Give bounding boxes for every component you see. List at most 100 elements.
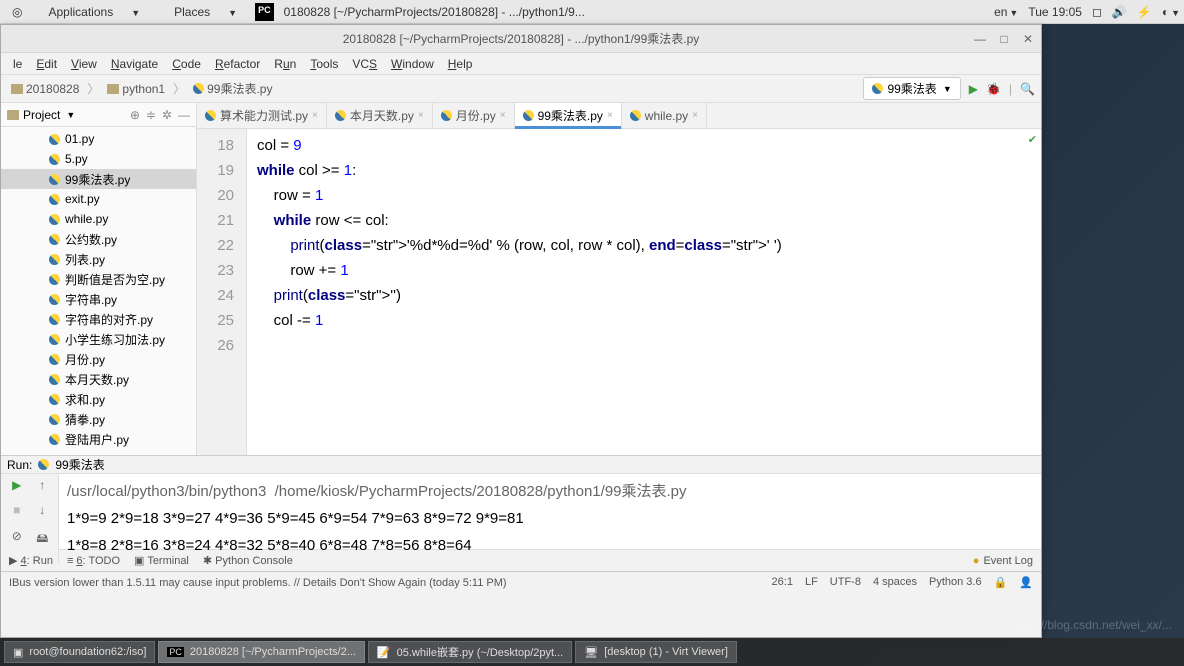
close-icon[interactable]: ×	[692, 110, 698, 121]
main-menu: le Edit View Navigate Code Refactor Run …	[1, 53, 1041, 75]
editor-tab[interactable]: while.py×	[622, 103, 707, 128]
run-button[interactable]: ▶	[969, 82, 978, 96]
editor-tab[interactable]: 算术能力测试.py×	[197, 103, 327, 128]
tree-item[interactable]: 01.py	[1, 129, 196, 149]
hide-panel-icon[interactable]: —	[178, 108, 190, 122]
tree-item[interactable]: 小学生练习加法.py	[1, 329, 196, 349]
line-separator[interactable]: LF	[805, 576, 818, 589]
event-log-button[interactable]: Event Log	[983, 555, 1033, 567]
indent-settings[interactable]: 4 spaces	[873, 576, 917, 589]
python-file-icon	[49, 234, 60, 245]
task-pycharm[interactable]: PC20180828 [~/PycharmProjects/2...	[158, 641, 365, 663]
tree-item[interactable]: 5.py	[1, 149, 196, 169]
editor-area: 算术能力测试.py×本月天数.py×月份.py×99乘法表.py×while.p…	[197, 103, 1041, 455]
balloon-icon: ●	[973, 555, 980, 567]
breadcrumb-folder[interactable]: python1	[103, 80, 169, 98]
tree-item[interactable]: 列表.py	[1, 249, 196, 269]
gnome-screen-icon[interactable]: ◻	[1092, 5, 1102, 19]
terminal-tool-button[interactable]: ▣ Terminal	[134, 554, 189, 567]
gnome-lang-indicator[interactable]: en▼	[994, 5, 1018, 19]
run-tool-window: Run: 99乘法表 ▶ ↑ ■ ↓ ⊘ 🖴 /usr/local/python…	[1, 455, 1041, 549]
stop-button[interactable]: ■	[5, 503, 29, 526]
step-down-button[interactable]: ↓	[31, 503, 55, 526]
tree-item[interactable]: 猜拳.py	[1, 409, 196, 429]
menu-view[interactable]: View	[65, 55, 103, 73]
tree-item[interactable]: 本月天数.py	[1, 369, 196, 389]
menu-navigate[interactable]: Navigate	[105, 55, 164, 73]
watermark: https://blog.csdn.net/wei_xx/...	[1011, 618, 1172, 632]
task-virt-viewer[interactable]: 🖥[desktop (1) - Virt Viewer]	[575, 641, 737, 663]
gear-icon[interactable]: ✲	[162, 108, 172, 122]
tree-item[interactable]: 求和.py	[1, 389, 196, 409]
close-icon[interactable]: ×	[312, 110, 318, 121]
window-titlebar[interactable]: 20180828 [~/PycharmProjects/20180828] - …	[1, 25, 1041, 53]
tree-item[interactable]: 公约数.py	[1, 229, 196, 249]
tree-item[interactable]: while.py	[1, 209, 196, 229]
code-editor[interactable]: 18 19 20 21 22 23 24 25 26 col = 9 while…	[197, 129, 1041, 455]
rerun-button[interactable]: ▶	[5, 478, 29, 501]
gnome-battery-icon[interactable]: ⚡	[1137, 5, 1152, 19]
close-icon[interactable]: ×	[500, 110, 506, 121]
editor-tab[interactable]: 月份.py×	[433, 103, 515, 128]
tree-item[interactable]: 登陆用户.py	[1, 429, 196, 449]
run-pane-config-name: 99乘法表	[55, 456, 104, 473]
gnome-activities-icon[interactable]: ◎	[4, 3, 30, 21]
step-up-button[interactable]: ↑	[31, 478, 55, 501]
gnome-places-menu[interactable]: Places▼	[158, 3, 253, 21]
menu-code[interactable]: Code	[166, 55, 207, 73]
python-interpreter[interactable]: Python 3.6	[929, 576, 982, 589]
pycharm-icon: PC	[167, 647, 184, 657]
task-terminal[interactable]: ▣root@foundation62:/iso]	[4, 641, 155, 663]
menu-run[interactable]: Run	[268, 55, 302, 73]
terminal-icon: ▣	[13, 646, 23, 659]
tree-item[interactable]: 判断值是否为空.py	[1, 269, 196, 289]
menu-tools[interactable]: Tools	[304, 55, 344, 73]
pycharm-taskbar-icon[interactable]: PC	[255, 3, 274, 21]
search-everywhere-button[interactable]: 🔍	[1020, 82, 1035, 96]
debug-button[interactable]: 🐞	[986, 82, 1001, 96]
run-tool-button[interactable]: ▶ 4: Run	[9, 554, 53, 567]
breadcrumb: 20180828 〉 python1 〉 99乘法表.py	[7, 78, 276, 99]
breadcrumb-file[interactable]: 99乘法表.py	[189, 78, 276, 99]
close-icon[interactable]: ×	[607, 110, 613, 121]
menu-refactor[interactable]: Refactor	[209, 55, 266, 73]
tree-item[interactable]: 字符串的对齐.py	[1, 309, 196, 329]
gnome-applications-menu[interactable]: Applications▼	[32, 3, 156, 21]
menu-window[interactable]: Window	[385, 55, 440, 73]
menu-file[interactable]: le	[7, 55, 28, 73]
window-maximize-icon[interactable]: □	[997, 32, 1011, 46]
breadcrumb-project[interactable]: 20180828	[7, 80, 83, 98]
status-message[interactable]: IBus version lower than 1.5.11 may cause…	[9, 577, 507, 589]
tree-item[interactable]: 月份.py	[1, 349, 196, 369]
close-icon[interactable]: ×	[418, 110, 424, 121]
gnome-volume-icon[interactable]: 🔊	[1112, 5, 1127, 19]
window-minimize-icon[interactable]: —	[973, 32, 987, 46]
scroll-from-source-icon[interactable]: ⊕	[130, 108, 140, 122]
python-console-button[interactable]: ✱ Python Console	[203, 554, 293, 567]
gnome-clock: Tue 19:05	[1028, 5, 1082, 19]
gnome-power-menu[interactable]: ◐▼	[1162, 5, 1180, 19]
task-gedit[interactable]: 📝05.while嵌套.py (~/Desktop/2pyt...	[368, 641, 572, 663]
virt-viewer-icon: 🖥	[584, 646, 598, 659]
inspector-icon[interactable]: 👤	[1019, 576, 1033, 589]
tree-item[interactable]: exit.py	[1, 189, 196, 209]
code-content[interactable]: col = 9 while col >= 1: row = 1 while ro…	[247, 129, 1041, 455]
editor-tab[interactable]: 99乘法表.py×	[515, 103, 622, 128]
tree-item[interactable]: 字符串.py	[1, 289, 196, 309]
cursor-position[interactable]: 26:1	[772, 576, 793, 589]
run-output[interactable]: /usr/local/python3/bin/python3 /home/kio…	[59, 474, 1041, 563]
todo-tool-button[interactable]: ≡ 6: TODO	[67, 555, 120, 567]
project-panel-title[interactable]: Project▼	[7, 108, 75, 122]
file-encoding[interactable]: UTF-8	[830, 576, 861, 589]
editor-tab[interactable]: 本月天数.py×	[327, 103, 433, 128]
window-close-icon[interactable]: ✕	[1021, 32, 1035, 46]
folder-icon	[11, 84, 23, 94]
menu-edit[interactable]: Edit	[30, 55, 63, 73]
chevron-down-icon: ▼	[943, 84, 952, 94]
collapse-all-icon[interactable]: ≑	[146, 108, 156, 122]
run-configuration-selector[interactable]: 99乘法表▼	[863, 77, 960, 100]
tree-item[interactable]: 99乘法表.py	[1, 169, 196, 189]
lock-icon[interactable]: 🔒	[994, 576, 1008, 589]
menu-help[interactable]: Help	[442, 55, 479, 73]
menu-vcs[interactable]: VCS	[346, 55, 383, 73]
